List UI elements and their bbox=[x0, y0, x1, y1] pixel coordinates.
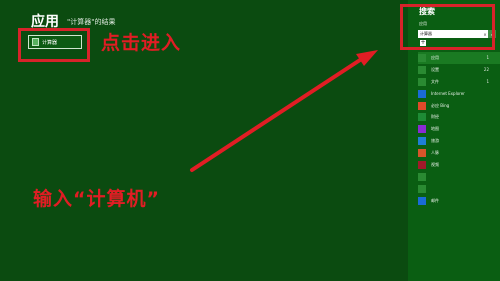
store-icon bbox=[418, 172, 426, 181]
app-store[interactable] bbox=[418, 171, 500, 183]
app-label: 人脉 bbox=[431, 150, 439, 156]
ie-icon bbox=[418, 89, 426, 98]
app-ie[interactable]: Internet Explorer bbox=[418, 88, 500, 100]
category-count: 1 bbox=[486, 55, 489, 61]
app-video[interactable]: 视频 bbox=[418, 159, 500, 171]
people-icon bbox=[418, 149, 426, 158]
category-count: 22 bbox=[483, 67, 489, 73]
category-label: 应用 bbox=[431, 54, 439, 60]
category-count: 1 bbox=[486, 79, 489, 85]
app-label: 视频 bbox=[431, 161, 439, 167]
mail-icon bbox=[418, 196, 426, 205]
app-label: 必应 Bing bbox=[431, 102, 450, 108]
app-finance[interactable]: 财经 bbox=[418, 111, 500, 123]
settings-icon bbox=[418, 65, 426, 74]
callout-type-calculator: 输入“计算机” bbox=[33, 188, 160, 210]
callout-box-result bbox=[18, 28, 90, 62]
app-travel[interactable]: 旅游 bbox=[418, 135, 500, 147]
app-label: 邮件 bbox=[431, 197, 439, 203]
category-label: 文件 bbox=[431, 78, 439, 84]
bing-icon bbox=[418, 101, 426, 110]
results-caption: "计算器"的结果 bbox=[67, 18, 116, 26]
app-maps[interactable]: 地图 bbox=[418, 123, 500, 135]
category-settings[interactable]: 设置 22 bbox=[418, 64, 500, 76]
app-label: 财经 bbox=[431, 114, 439, 120]
music-icon bbox=[418, 184, 426, 193]
video-icon bbox=[418, 160, 426, 169]
app-label: 地图 bbox=[431, 126, 439, 132]
search-categories: 应用 1 设置 22 文件 1 Internet Explorer 必应 Bin… bbox=[418, 52, 500, 207]
app-label: 旅游 bbox=[431, 138, 439, 144]
category-apps[interactable]: 应用 1 bbox=[418, 52, 500, 64]
app-people[interactable]: 人脉 bbox=[418, 147, 500, 159]
maps-icon bbox=[418, 125, 426, 134]
travel-icon bbox=[418, 137, 426, 146]
callout-click-enter: 点击进入 bbox=[101, 32, 182, 54]
files-icon bbox=[418, 77, 426, 86]
app-label: Internet Explorer bbox=[431, 91, 465, 97]
finance-icon bbox=[418, 113, 426, 122]
callout-box-search bbox=[400, 4, 495, 50]
app-bing[interactable]: 必应 Bing bbox=[418, 100, 500, 112]
app-music[interactable] bbox=[418, 183, 500, 195]
category-label: 设置 bbox=[431, 66, 439, 72]
category-files[interactable]: 文件 1 bbox=[418, 76, 500, 88]
app-mail[interactable]: 邮件 bbox=[418, 195, 500, 207]
apps-icon bbox=[418, 53, 426, 62]
